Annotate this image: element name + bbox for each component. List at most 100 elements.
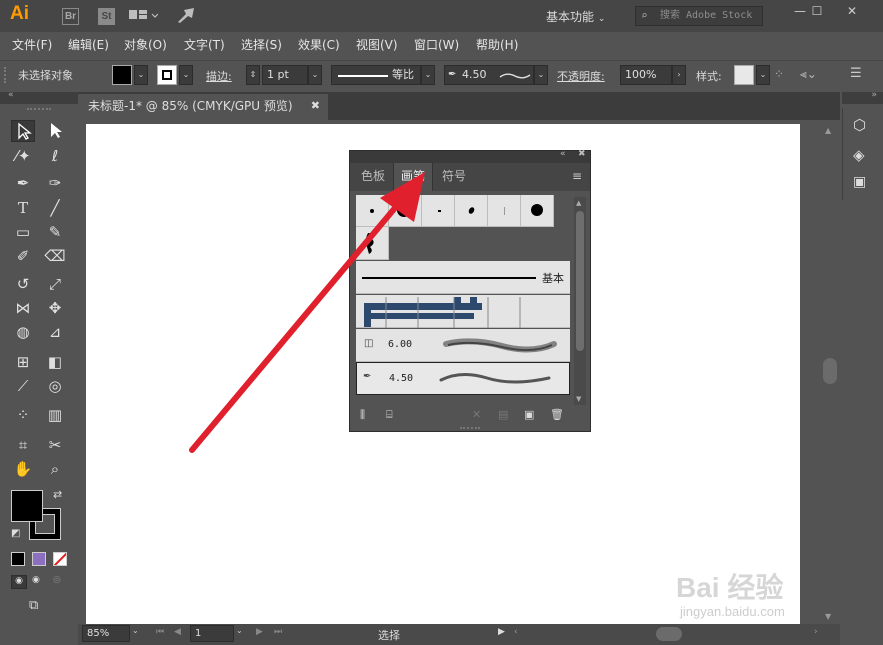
last-artboard-icon[interactable]: ⏭ xyxy=(274,627,282,637)
workspace-switcher[interactable]: 基本功能 ⌄ xyxy=(546,8,605,25)
fill-dropdown[interactable]: ⌄ xyxy=(134,65,148,85)
rectangle-tool-icon[interactable]: ▭ xyxy=(11,221,35,243)
eraser-tool-icon[interactable]: ⌫ xyxy=(43,245,67,267)
eyedropper-tool-icon[interactable]: ⟋ xyxy=(11,375,35,397)
new-brush-icon[interactable]: ▣ xyxy=(524,408,534,421)
default-colors-icon[interactable]: ◩ xyxy=(11,528,20,539)
vertical-scrollbar[interactable]: ▲ ▼ xyxy=(822,124,838,624)
brush-definition[interactable]: ✒ 4.50 xyxy=(444,65,534,85)
arrange-documents-icon[interactable] xyxy=(128,8,159,24)
fill-swatch[interactable] xyxy=(112,65,132,85)
remove-brush-stroke-icon[interactable]: ✕ xyxy=(472,408,481,421)
scroll-up-icon[interactable]: ▲ xyxy=(825,126,831,135)
variable-width-profile[interactable]: 等比 xyxy=(331,65,421,85)
width-tool-icon[interactable]: ⋈ xyxy=(11,297,35,319)
panel-menu-icon[interactable]: ☰ xyxy=(850,66,862,81)
menu-edit[interactable]: 编辑(E) xyxy=(68,36,109,53)
menu-object[interactable]: 对象(O) xyxy=(124,36,167,53)
collapse-panel-icon[interactable]: « xyxy=(560,149,566,159)
perspective-grid-tool-icon[interactable]: ⊿ xyxy=(43,321,67,343)
draw-inside-icon[interactable]: ◎ xyxy=(53,575,61,585)
shape-builder-tool-icon[interactable]: ◍ xyxy=(11,321,35,343)
brush-dropdown[interactable]: ⌄ xyxy=(534,65,548,85)
lasso-tool-icon[interactable]: ℓ xyxy=(43,145,67,167)
panel-menu-icon[interactable]: ≡ xyxy=(572,169,582,183)
menu-effect[interactable]: 效果(C) xyxy=(298,36,340,53)
scroll-down-icon[interactable]: ▼ xyxy=(825,612,831,621)
gradient-tool-icon[interactable]: ◧ xyxy=(43,351,67,373)
adobe-stock-search[interactable]: ⌕ 搜索 Adobe Stock xyxy=(635,6,763,26)
symbol-sprayer-tool-icon[interactable]: ⁘ xyxy=(11,404,35,426)
stroke-dropdown[interactable]: ⌄ xyxy=(179,65,193,85)
slice-tool-icon[interactable]: ✂ xyxy=(43,434,67,456)
rotate-tool-icon[interactable]: ↺ xyxy=(11,273,35,295)
mesh-tool-icon[interactable]: ⊞ xyxy=(11,351,35,373)
stroke-weight-stepper[interactable]: ⇕ xyxy=(246,65,260,85)
layers-icon[interactable]: ◈ xyxy=(853,146,865,164)
panel-scroll-up-icon[interactable]: ▲ xyxy=(576,199,581,207)
stroke-label[interactable]: 描边: xyxy=(206,68,232,84)
opacity-arrow[interactable]: › xyxy=(672,65,686,85)
bridge-button[interactable]: Br xyxy=(62,8,79,25)
menu-file[interactable]: 文件(F) xyxy=(12,36,52,53)
menu-view[interactable]: 视图(V) xyxy=(356,36,398,53)
opacity-field[interactable]: 100% xyxy=(620,65,672,85)
brush-options-icon[interactable]: ▤ xyxy=(498,408,508,421)
zoom-field[interactable]: 85% xyxy=(82,625,130,642)
opacity-label[interactable]: 不透明度: xyxy=(557,68,605,84)
style-dropdown[interactable]: ⌄ xyxy=(756,65,770,85)
scale-tool-icon[interactable]: ⤢ xyxy=(43,273,67,295)
color-mode-icon[interactable] xyxy=(11,552,25,566)
horizontal-scroll-thumb[interactable] xyxy=(656,627,682,641)
toolbox-header[interactable]: « xyxy=(0,90,78,104)
selection-tool-icon[interactable] xyxy=(11,120,35,142)
direct-selection-tool-icon[interactable] xyxy=(43,120,67,142)
brush-cell[interactable] xyxy=(455,195,488,227)
puppet-warp-tool-icon[interactable]: ✥ xyxy=(43,297,67,319)
paintbrush-tool-icon[interactable]: ✎ xyxy=(43,221,67,243)
stock-button[interactable]: St xyxy=(98,8,115,25)
graphic-style-swatch[interactable] xyxy=(734,65,754,85)
panel-scrollbar[interactable]: ▲ ▼ xyxy=(574,197,586,407)
tab-symbols[interactable]: 符号 xyxy=(434,163,474,191)
curvature-tool-icon[interactable]: ✑ xyxy=(43,172,67,194)
brush-cell[interactable] xyxy=(521,195,554,227)
draw-normal-icon[interactable]: ◉ xyxy=(11,575,27,589)
fill-color-box[interactable] xyxy=(11,490,43,522)
status-menu-icon[interactable]: ▶ xyxy=(498,627,505,637)
align-icon[interactable]: ⫷⌄ xyxy=(800,67,817,82)
prev-artboard-icon[interactable]: ◀ xyxy=(174,627,181,637)
right-dock-header[interactable]: » xyxy=(842,90,883,104)
recolor-icon[interactable]: ⁘ xyxy=(774,67,784,81)
brush-cell[interactable] xyxy=(488,195,521,227)
shaper-tool-icon[interactable]: ✐ xyxy=(11,245,35,267)
close-panel-icon[interactable]: ✖ xyxy=(578,149,586,159)
close-window-button[interactable]: ✕ xyxy=(837,3,867,19)
magic-wand-tool-icon[interactable]: ⁄✦ xyxy=(11,145,35,167)
gradient-mode-icon[interactable] xyxy=(32,552,46,566)
properties-icon[interactable]: ▣ xyxy=(853,174,866,190)
menu-select[interactable]: 选择(S) xyxy=(241,36,282,53)
next-artboard-icon[interactable]: ▶ xyxy=(256,627,263,637)
artboard-number-field[interactable]: 1 xyxy=(190,625,234,642)
menu-help[interactable]: 帮助(H) xyxy=(476,36,518,53)
none-mode-icon[interactable] xyxy=(53,552,67,566)
hand-tool-icon[interactable]: ✋ xyxy=(11,458,35,480)
scroll-left-icon[interactable]: ‹ xyxy=(514,627,518,637)
panel-scroll-down-icon[interactable]: ▼ xyxy=(576,395,581,403)
maximize-button[interactable]: ☐ xyxy=(802,3,832,19)
libraries-icon[interactable]: ⬡ xyxy=(853,116,866,134)
menu-type[interactable]: 文字(T) xyxy=(184,36,225,53)
swap-colors-icon[interactable]: ⇄ xyxy=(53,488,62,501)
type-tool-icon[interactable]: T xyxy=(11,197,35,219)
panel-scroll-thumb[interactable] xyxy=(576,211,584,351)
stroke-weight-dropdown[interactable]: ⌄ xyxy=(308,65,322,85)
screen-mode-icon[interactable]: ⧉ xyxy=(29,598,38,613)
panel-resize-grip[interactable] xyxy=(460,427,480,431)
gpu-performance-icon[interactable] xyxy=(176,6,196,27)
artboard-dropdown[interactable]: ⌄ xyxy=(236,626,243,635)
stroke-weight-field[interactable]: 1 pt xyxy=(262,65,308,85)
zoom-dropdown[interactable]: ⌄ xyxy=(132,626,139,635)
draw-behind-icon[interactable]: ◉ xyxy=(32,575,40,585)
graph-tool-icon[interactable]: ▥ xyxy=(43,404,67,426)
